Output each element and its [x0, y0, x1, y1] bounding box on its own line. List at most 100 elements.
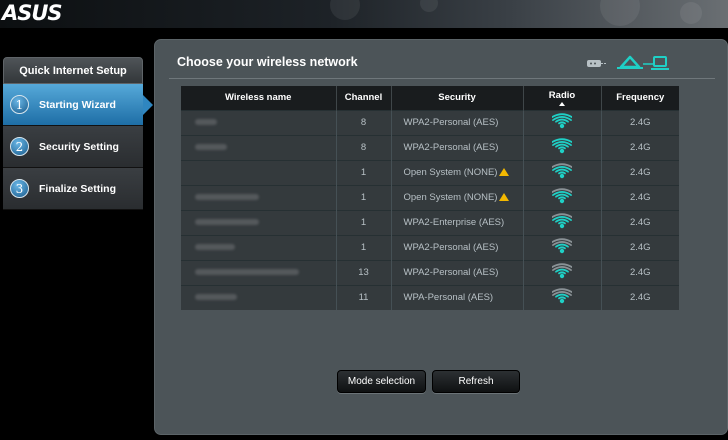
- obscured-name: [195, 294, 237, 301]
- signal-strength-icon: [549, 213, 575, 229]
- signal-strength-icon: [549, 163, 575, 179]
- obscured-name: [195, 144, 227, 150]
- step-finalize-setting[interactable]: 3 Finalize Setting: [3, 168, 143, 210]
- step-number-2-icon: 2: [10, 137, 29, 156]
- col-wireless-name[interactable]: Wireless name: [181, 86, 337, 110]
- security-label: WPA2-Enterprise (AES): [403, 217, 505, 228]
- step-number-1-icon: 1: [10, 95, 29, 114]
- obscured-name: [195, 219, 259, 225]
- warning-icon: [499, 193, 510, 201]
- channel-cell: 1: [336, 159, 392, 185]
- frequency-cell: 2.4G: [601, 209, 679, 235]
- top-banner: ASUS: [0, 0, 728, 28]
- col-channel[interactable]: Channel: [336, 86, 392, 110]
- warning-icon: [499, 168, 510, 176]
- security-cell: WPA2-Personal (AES): [391, 234, 524, 260]
- network-name-cell: [181, 134, 337, 160]
- radio-cell: [523, 209, 602, 235]
- decor-bubble: [600, 0, 640, 26]
- obscured-name: [195, 194, 259, 200]
- col-radio[interactable]: Radio: [523, 86, 602, 110]
- security-label: Open System (NONE): [403, 167, 498, 178]
- security-label: WPA2-Personal (AES): [403, 267, 499, 278]
- security-label: WPA2-Personal (AES): [403, 142, 499, 153]
- security-cell: WPA2-Personal (AES): [391, 259, 524, 285]
- title-divider: [169, 78, 715, 79]
- network-row[interactable]: 13 WPA2-Personal (AES) 2.4G: [181, 259, 679, 285]
- signal-strength-icon: [549, 188, 575, 204]
- step-label: Security Setting: [39, 140, 119, 153]
- channel-cell: 8: [336, 134, 392, 160]
- refresh-button[interactable]: Refresh: [432, 370, 520, 393]
- network-row[interactable]: 1 Open System (NONE) 2.4G: [181, 184, 679, 210]
- decor-bubble: [680, 2, 702, 24]
- frequency-cell: 2.4G: [601, 134, 679, 160]
- channel-cell: 13: [336, 259, 392, 285]
- network-name-cell: [181, 159, 337, 185]
- step-label: Starting Wizard: [39, 98, 116, 111]
- radio-cell: [523, 134, 602, 160]
- router-topology-icon: [587, 55, 669, 70]
- channel-cell: 1: [336, 184, 392, 210]
- network-name-cell: [181, 209, 337, 235]
- channel-cell: 1: [336, 209, 392, 235]
- frequency-cell: 2.4G: [601, 184, 679, 210]
- network-row[interactable]: 8 WPA2-Personal (AES) 2.4G: [181, 109, 679, 135]
- obscured-name: [195, 244, 235, 250]
- sort-ascending-icon: [559, 101, 565, 106]
- signal-strength-icon: [549, 263, 575, 279]
- mode-selection-button[interactable]: Mode selection: [337, 370, 426, 393]
- network-name-cell: [181, 284, 337, 310]
- network-row[interactable]: 11 WPA-Personal (AES) 2.4G: [181, 284, 679, 310]
- radio-cell: [523, 284, 602, 310]
- step-security-setting[interactable]: 2 Security Setting: [3, 126, 143, 168]
- radio-header-label: Radio: [548, 89, 576, 101]
- frequency-cell: 2.4G: [601, 159, 679, 185]
- security-label: Open System (NONE): [403, 192, 498, 203]
- security-label: WPA2-Personal (AES): [403, 117, 499, 128]
- channel-cell: 11: [336, 284, 392, 310]
- security-label: WPA-Personal (AES): [403, 292, 494, 304]
- step-number-3-icon: 3: [10, 179, 29, 198]
- channel-cell: 1: [336, 234, 392, 260]
- frequency-cell: 2.4G: [601, 259, 679, 285]
- wizard-sidebar: Quick Internet Setup 1 Starting Wizard 2…: [3, 57, 153, 210]
- radio-cell: [523, 109, 602, 135]
- col-security[interactable]: Security: [391, 86, 524, 110]
- security-cell: WPA2-Personal (AES): [391, 109, 524, 135]
- active-step-arrow-icon: [143, 95, 153, 115]
- frequency-cell: 2.4G: [601, 109, 679, 135]
- network-name-cell: [181, 184, 337, 210]
- radio-cell: [523, 184, 602, 210]
- network-name-cell: [181, 234, 337, 260]
- wireless-panel: Choose your wireless network Wireless na…: [154, 39, 728, 435]
- asus-logo: ASUS: [2, 1, 63, 25]
- decor-bubble: [420, 0, 438, 12]
- network-row[interactable]: 8 WPA2-Personal (AES) 2.4G: [181, 134, 679, 160]
- frequency-cell: 2.4G: [601, 234, 679, 260]
- frequency-cell: 2.4G: [601, 284, 679, 310]
- step-starting-wizard[interactable]: 1 Starting Wizard: [3, 84, 153, 126]
- radio-cell: [523, 259, 602, 285]
- col-frequency[interactable]: Frequency: [601, 86, 679, 110]
- security-cell: Open System (NONE): [391, 184, 524, 210]
- security-cell: WPA-Personal (AES): [391, 284, 524, 310]
- network-row[interactable]: 1 WPA2-Enterprise (AES) 2.4G: [181, 209, 679, 235]
- signal-strength-icon: [549, 138, 575, 154]
- step-label: Finalize Setting: [39, 182, 117, 195]
- channel-cell: 8: [336, 109, 392, 135]
- network-row[interactable]: 1 WPA2-Personal (AES) 2.4G: [181, 234, 679, 260]
- panel-title: Choose your wireless network: [177, 55, 358, 69]
- signal-strength-icon: [549, 238, 575, 254]
- signal-strength-icon: [549, 113, 575, 129]
- security-cell: Open System (NONE): [391, 159, 524, 185]
- network-name-cell: [181, 109, 337, 135]
- security-cell: WPA2-Personal (AES): [391, 134, 524, 160]
- signal-strength-icon: [549, 288, 575, 304]
- obscured-name: [195, 119, 217, 125]
- security-label: WPA2-Personal (AES): [403, 242, 499, 253]
- wireless-network-table: Wireless name Channel Security Radio Fre…: [181, 86, 679, 310]
- radio-cell: [523, 159, 602, 185]
- obscured-name: [195, 269, 299, 275]
- network-row[interactable]: 1 Open System (NONE) 2.4G: [181, 159, 679, 185]
